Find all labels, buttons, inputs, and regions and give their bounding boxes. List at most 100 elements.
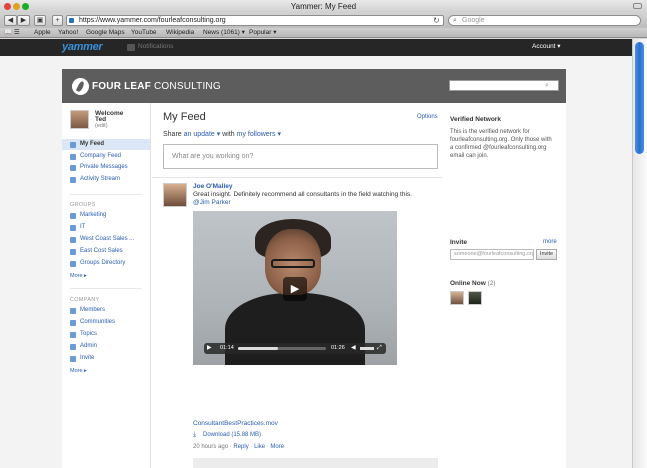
notifications-icon[interactable] [127,44,135,51]
download-link[interactable]: Download (15.88 MB) [203,432,261,439]
seek-slider[interactable] [238,347,326,350]
video-frame-person [225,293,365,365]
scrollbar-thumb[interactable] [635,42,644,154]
bookmark-apple[interactable]: Apple [34,28,51,38]
nav-item-members[interactable]: Members [62,305,150,316]
print-icon[interactable]: ▣ [34,15,46,26]
nav-item-private-messages[interactable]: Private Messages [62,162,150,173]
network-search-input[interactable] [449,80,559,91]
bookmark-popular[interactable]: Popular ▾ [249,28,276,38]
nav-item-it[interactable]: IT [62,222,150,233]
play-overlay-button[interactable]: ▶ [283,277,307,301]
nav-item-west-coast-sales[interactable]: West Coast Sales ... [62,234,150,245]
avatar[interactable] [70,110,89,129]
elapsed-time: 01:14 [220,345,234,351]
bookmark-google-maps[interactable]: Google Maps [86,28,125,38]
nav-item-invite[interactable]: Invite [62,353,150,364]
play-icon[interactable]: ▶ [207,343,212,354]
toolbar-toggle-icon[interactable] [633,3,642,9]
back-button[interactable]: ◀ [4,15,17,26]
window-title: Yammer: My Feed [290,2,357,11]
group-icon [70,225,76,231]
nav-item-company-feed[interactable]: Company Feed [62,151,150,162]
nav-item-topics[interactable]: Topics [62,329,150,340]
bookmarks-bar: 📖 ☰ Apple Yahoo! Google Maps YouTube Wik… [0,28,647,38]
video-frame-glasses [271,259,315,268]
main-feed: My Feed Options Share an update ▾ with m… [152,103,442,468]
online-now-heading: Online Now (2) [450,280,496,287]
search-icon[interactable]: ⌕ [545,80,549,91]
nav-item-groups-directory[interactable]: Groups Directory [62,258,150,269]
fullscreen-icon[interactable]: ⤢ [377,343,382,354]
avatar[interactable] [468,291,482,305]
globe-icon [70,320,76,326]
edit-profile-link[interactable]: (edit) [95,123,108,129]
reload-icon[interactable]: ↻ [433,15,440,26]
seek-progress [238,347,279,350]
bookmark-wikipedia[interactable]: Wikipedia [166,28,194,38]
close-window-button[interactable] [4,3,11,10]
volume-icon[interactable]: ◀ [351,343,356,354]
groups-section-label: GROUPS [70,202,96,208]
nav-item-activity-stream[interactable]: Activity Stream [62,174,150,185]
attachment-filename-link[interactable]: ConsultantBestPractices.mov [193,420,278,427]
nav-item-marketing[interactable]: Marketing [62,210,150,221]
like-link[interactable]: Like [254,444,265,450]
nav-item-admin[interactable]: Admin [62,341,150,352]
address-bar[interactable]: https://www.yammer.com/fourleafconsultin… [66,15,444,26]
groups-more-link[interactable]: More ▸ [70,273,87,279]
feed-icon [70,154,76,160]
right-sidebar: Verified Network This is the verified ne… [448,103,566,468]
mention-link[interactable]: @Jim Parker [193,199,231,206]
left-navigation: Welcome Ted (edit) My Feed Company Feed … [62,103,151,468]
invite-more-link[interactable]: more [543,239,557,246]
divider [70,194,142,195]
post-input[interactable]: What are you working on? [163,144,438,169]
notifications-link[interactable]: Notifications [138,42,173,52]
share-type-dropdown[interactable]: an update ▾ [184,131,221,138]
share-with-label: with [222,131,235,138]
window-titlebar: Yammer: My Feed [0,0,647,13]
share-audience-dropdown[interactable]: my followers ▾ [237,131,281,138]
download-icon[interactable]: ⤓ [193,431,196,439]
nav-item-my-feed[interactable]: My Feed [62,139,150,150]
group-icon [70,249,76,255]
post-meta: 20 hours ago · Reply · Like · More [193,444,285,450]
minimize-window-button[interactable] [13,3,20,10]
volume-slider[interactable] [360,347,374,350]
more-link[interactable]: More [270,444,284,450]
company-more-link[interactable]: More ▸ [70,368,87,374]
add-bookmark-icon[interactable]: + [52,15,63,26]
forward-button[interactable]: ▶ [17,15,30,26]
post-author-link[interactable]: Joe O'Malley [193,183,232,190]
verified-network-text: This is the verified network for fourlea… [450,129,552,159]
divider [70,288,142,289]
nav-item-east-cost-sales[interactable]: East Cost Sales [62,246,150,257]
page-background: FOUR LEAF CONSULTING ⌕ Welcome Ted (edit… [0,56,632,468]
likes-box [193,458,438,468]
options-link[interactable]: Options [417,114,438,121]
bookmark-news[interactable]: News (1061) ▾ [203,28,245,38]
video-player[interactable]: ▶ ▶ 01:14 01:26 ◀ ⤢ [193,211,397,365]
divider [152,177,442,178]
avatar[interactable] [450,291,464,305]
share-row: Share an update ▾ with my followers ▾ [163,130,281,139]
avatar[interactable] [163,183,187,207]
yammer-global-bar: yammer Notifications Account ▾ [0,39,632,56]
company-name[interactable]: FOUR LEAF CONSULTING [92,80,221,93]
reply-link[interactable]: Reply [233,444,248,450]
bookmarks-icon[interactable]: 📖 ☰ [4,28,20,38]
account-menu[interactable]: Account ▾ [532,42,561,52]
invite-email-input[interactable]: someone@fourleafconsulting.org [450,249,534,260]
zoom-window-button[interactable] [22,3,29,10]
directory-icon [70,261,76,267]
bookmark-yahoo[interactable]: Yahoo! [58,28,78,38]
yammer-logo[interactable]: yammer [62,40,103,54]
invite-button[interactable]: Invite [536,249,557,260]
wrench-icon [70,344,76,350]
bookmark-youtube[interactable]: YouTube [131,28,157,38]
browser-search-input[interactable]: Google [448,15,641,26]
person-icon [70,308,76,314]
nav-item-communities[interactable]: Communities [62,317,150,328]
post-timestamp: 20 hours ago [193,444,229,450]
